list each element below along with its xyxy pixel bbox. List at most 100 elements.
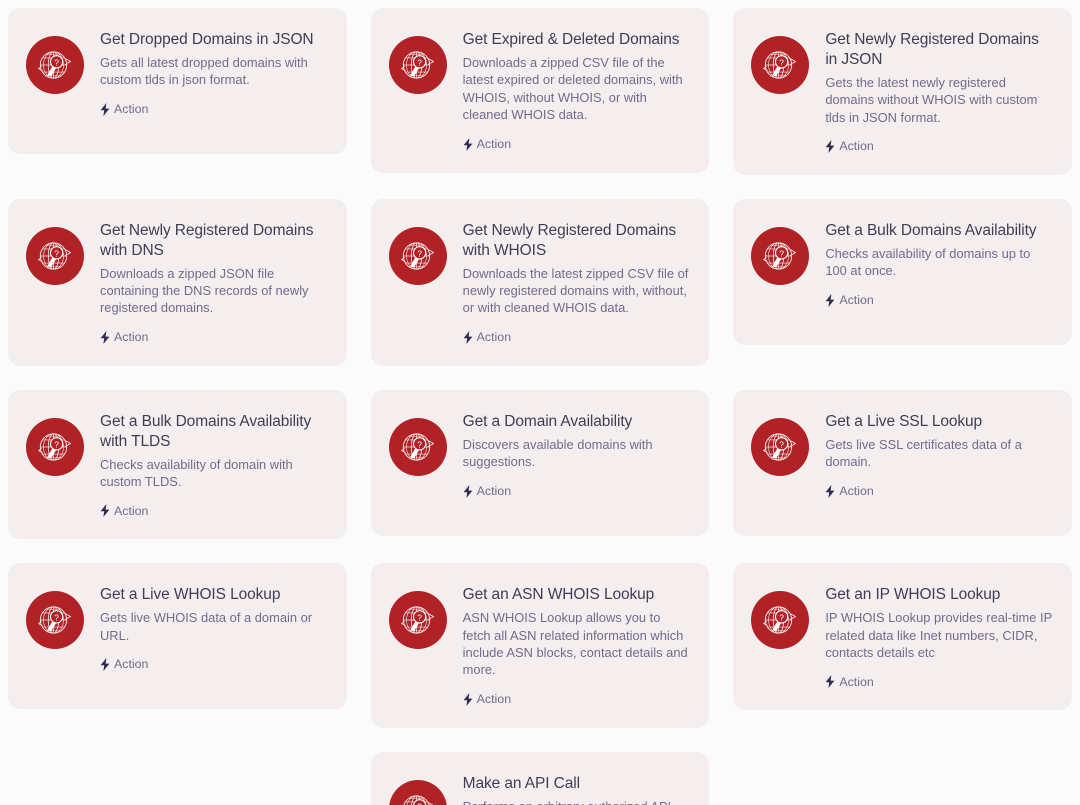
action-card[interactable]: ? Get Expired & Deleted Domains Download… [370, 8, 710, 173]
globe-search-question-icon: ? [388, 417, 447, 476]
action-card-title: Get Newly Registered Domains with DNS [100, 221, 314, 259]
action-card-body: Get a Domain Availability Discovers avai… [463, 412, 690, 498]
action-badge: Action [100, 103, 327, 116]
action-badge: Action [100, 503, 327, 518]
action-card-body: Get an IP WHOIS Lookup IP WHOIS Lookup p… [825, 585, 1052, 689]
globe-search-question-icon: ? [388, 36, 447, 94]
lightning-bolt-icon [100, 102, 110, 116]
action-badge-label: Action [476, 692, 512, 707]
globe-search-question-icon: ? [26, 226, 84, 285]
action-card-body: Get Newly Registered Domains with DNS Do… [100, 221, 327, 344]
lightning-bolt-icon [463, 484, 473, 498]
action-badge-label: Action [114, 503, 149, 518]
action-card[interactable]: ? Get a Bulk Domains Availability with T… [8, 389, 347, 540]
svg-text:?: ? [417, 57, 422, 67]
action-card-description: Performs an arbitrary authorized API cal… [463, 798, 690, 805]
action-card[interactable]: ? Make an API Call Performs an arbitrary… [370, 751, 710, 805]
globe-search-question-icon: ? [26, 36, 84, 94]
globe-search-question-icon: ? [751, 226, 810, 285]
action-cards-grid: ? Get Dropped Domains in JSON Gets all l… [0, 0, 1080, 805]
action-card-body: Get Expired & Deleted Domains Downloads … [463, 30, 690, 151]
action-card[interactable]: ? Get Newly Registered Domains in JSON G… [733, 8, 1072, 175]
action-card-body: Get an ASN WHOIS Lookup ASN WHOIS Lookup… [463, 585, 690, 706]
action-card-title: Get a Live WHOIS Lookup [100, 586, 281, 604]
action-badge-label: Action [114, 101, 149, 116]
svg-text:?: ? [417, 801, 422, 805]
action-card-description: Downloads the latest zipped CSV file of … [462, 265, 689, 316]
svg-text:?: ? [780, 57, 785, 67]
action-card-description: ASN WHOIS Lookup allows you to fetch all… [462, 610, 688, 678]
action-badge-label: Action [476, 483, 512, 498]
lightning-bolt-icon [463, 330, 473, 344]
lightning-bolt-icon [463, 692, 473, 706]
action-card-body: Make an API Call Performs an arbitrary a… [463, 774, 690, 805]
action-card-title: Get a Live SSL Lookup [825, 412, 983, 430]
action-card-title: Get Expired & Deleted Domains [462, 31, 680, 48]
action-card-title: Get Newly Registered Domains in JSON [825, 31, 1039, 68]
action-badge: Action [825, 674, 1052, 689]
action-card-title: Get Dropped Domains in JSON [100, 31, 314, 48]
action-badge: Action [100, 331, 327, 344]
action-card[interactable]: ? Get a Live WHOIS Lookup Gets live WHOI… [8, 563, 347, 710]
action-card-body: Get Newly Registered Domains in JSON Get… [825, 30, 1052, 153]
lightning-bolt-icon [463, 137, 473, 151]
action-card-title: Get a Bulk Domains Availability with TLD… [100, 412, 312, 450]
svg-text:?: ? [417, 248, 422, 258]
globe-search-question-icon: ? [388, 779, 447, 805]
globe-search-question-icon: ? [751, 417, 810, 476]
action-card[interactable]: ? Get an ASN WHOIS Lookup ASN WHOIS Look… [370, 563, 710, 728]
action-badge: Action [100, 657, 327, 672]
svg-text:?: ? [54, 248, 59, 258]
action-card[interactable]: ? Get Newly Registered Domains with DNS … [8, 198, 347, 366]
action-card-body: Get a Live WHOIS Lookup Gets live WHOIS … [100, 585, 327, 672]
action-card-body: Get a Bulk Domains Availability with TLD… [100, 412, 327, 518]
action-card-description: Checks availability of domains up to 100… [825, 245, 1031, 279]
action-badge: Action [825, 292, 1052, 307]
lightning-bolt-icon [825, 139, 835, 153]
action-card[interactable]: ? Get a Bulk Domains Availability Checks… [733, 198, 1072, 345]
svg-text:?: ? [417, 439, 422, 449]
action-badge: Action [825, 140, 1052, 153]
lightning-bolt-icon [825, 484, 835, 498]
globe-search-question-icon: ? [388, 226, 447, 285]
action-badge-label: Action [839, 483, 874, 498]
action-badge-label: Action [839, 292, 874, 307]
action-card-title: Get a Domain Availability [462, 412, 633, 430]
action-card-description: Checks availability of domain with custo… [100, 456, 293, 489]
svg-text:?: ? [54, 57, 59, 67]
svg-text:?: ? [54, 613, 59, 623]
action-badge-label: Action [476, 136, 512, 151]
globe-search-question-icon: ? [388, 591, 447, 650]
action-card-title: Get Newly Registered Domains with WHOIS [462, 221, 677, 259]
action-badge-label: Action [114, 657, 149, 672]
action-card-description: Gets live SSL certificates data of a dom… [825, 436, 1022, 470]
action-card-description: Gets the latest newly registered domains… [825, 74, 1038, 125]
action-card-body: Get Dropped Domains in JSON Gets all lat… [100, 30, 327, 116]
globe-search-question-icon: ? [26, 417, 84, 476]
action-card-description: Downloads a zipped CSV file of the lates… [462, 54, 683, 123]
action-badge-label: Action [839, 674, 874, 689]
action-badge: Action [463, 331, 690, 344]
action-card-description: IP WHOIS Lookup provides real-time IP re… [825, 610, 1052, 661]
action-badge-label: Action [114, 330, 149, 345]
action-card[interactable]: ? Get Dropped Domains in JSON Gets all l… [8, 8, 347, 154]
action-card-title: Get a Bulk Domains Availability [825, 221, 1037, 239]
lightning-bolt-icon [825, 293, 835, 307]
globe-search-question-icon: ? [751, 36, 810, 94]
action-card-title: Make an API Call [462, 774, 580, 792]
lightning-bolt-icon [100, 658, 110, 672]
lightning-bolt-icon [100, 330, 110, 344]
action-card-description: Downloads a zipped JSON file containing … [100, 265, 309, 316]
action-card-description: Gets live WHOIS data of a domain or URL. [100, 610, 313, 643]
svg-text:?: ? [780, 613, 785, 623]
action-card[interactable]: ? Get an IP WHOIS Lookup IP WHOIS Lookup… [733, 563, 1072, 711]
action-badge: Action [463, 483, 690, 498]
action-card-description: Gets all latest dropped domains with cus… [100, 54, 308, 88]
action-card[interactable]: ? Get Newly Registered Domains with WHOI… [370, 198, 710, 366]
action-card[interactable]: ? Get a Domain Availability Discovers av… [370, 389, 710, 536]
globe-search-question-icon: ? [26, 591, 84, 650]
action-badge-label: Action [476, 330, 512, 345]
action-card[interactable]: ? Get a Live SSL Lookup Gets live SSL ce… [733, 389, 1072, 536]
lightning-bolt-icon [825, 675, 835, 689]
action-card-body: Get a Bulk Domains Availability Checks a… [825, 221, 1052, 307]
